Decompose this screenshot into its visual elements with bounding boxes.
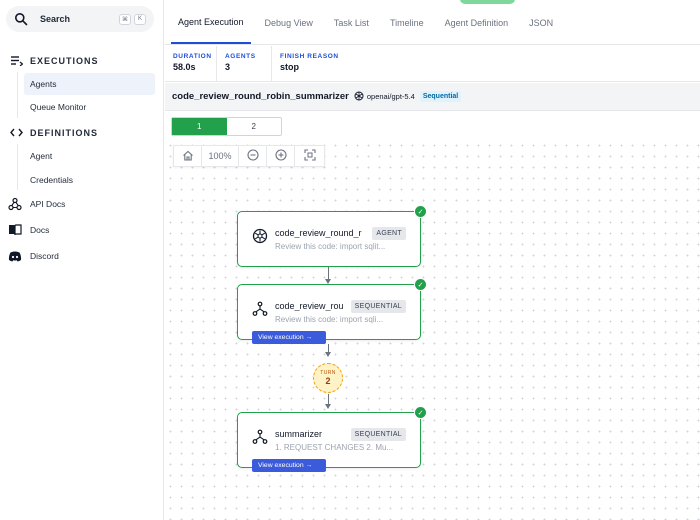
section-definitions-title: DEFINITIONS [30,127,99,138]
node-subtitle: Review this code: import sqli... [275,315,384,324]
hierarchy-icon [252,429,268,445]
book-icon [8,223,22,237]
shortcut-key-cmd: ⌘ [119,13,131,25]
sidebar: Search ⌘ K EXECUTIONS Agents Queue Monit… [0,0,164,520]
zoom-in-icon [274,149,287,163]
stat-finish-reason-label: FINISH REASON [280,53,339,60]
fit-view-icon [303,149,316,163]
edge-line [328,267,329,279]
discord-icon [8,249,22,263]
status-pill [460,0,515,4]
home-icon [182,150,194,163]
app: Search ⌘ K EXECUTIONS Agents Queue Monit… [0,0,700,520]
zoom-out-icon [246,149,259,163]
section-executions-title: EXECUTIONS [30,55,99,66]
stats-bar: DURATION 58.0s AGENTS 3 FINISH REASON st… [165,46,700,82]
execution-name: code_review_round_robin_summarizer [172,91,349,102]
graph-node-summarizer[interactable]: summarizer SEQUENTIAL 1. REQUEST CHANGES… [237,406,427,472]
tab-json[interactable]: JSON [522,11,560,44]
search-bar[interactable]: Search ⌘ K [6,6,154,32]
turn-button-1[interactable]: 1 [172,118,227,135]
tab-agent-definition[interactable]: Agent Definition [438,11,516,44]
discord-label: Discord [30,251,59,261]
main-panel: Agent Execution Debug View Task List Tim… [165,0,700,520]
stat-agents: AGENTS 3 [217,46,272,81]
model-name: openai/gpt-5.4 [366,92,415,101]
strategy-badge: Sequential [419,91,462,102]
tab-bar: Agent Execution Debug View Task List Tim… [165,12,700,45]
docs-label: Docs [30,225,50,235]
shortcut-key-k: K [134,13,146,25]
section-definitions[interactable]: DEFINITIONS [10,127,98,138]
edge-arrowhead [325,404,331,409]
stat-agents-label: AGENTS [225,53,256,60]
search-shortcut: ⌘ K [119,13,146,25]
hierarchy-icon [252,301,268,317]
stat-finish-reason-value: stop [280,62,299,72]
fit-home-button[interactable] [174,145,202,167]
sidebar-item-agents[interactable]: Agents [24,73,155,95]
zoom-out-button[interactable] [239,145,267,167]
stat-agents-value: 3 [225,62,231,72]
turn-selector: 1 2 [171,117,282,136]
node-type-badge: AGENT [372,227,406,240]
search-label: Search [40,14,71,24]
sidebar-item-docs[interactable]: Docs [8,223,49,237]
list-icon [10,55,24,66]
code-icon [10,127,24,138]
graph-node-sequential[interactable]: code_review_rou SEQUENTIAL Review this c… [237,278,427,344]
node-type-badge: SEQUENTIAL [350,428,406,441]
stat-duration-value: 58.0s [173,62,196,72]
openai-icon [354,91,364,103]
check-icon: ✓ [414,406,427,419]
node-subtitle: Review this code: import sqlit... [275,242,386,251]
zoom-in-button[interactable] [267,145,295,167]
stat-finish-reason: FINISH REASON stop [272,46,362,81]
graph-node-agent[interactable]: code_review_round_r AGENT Review this co… [237,205,427,267]
stat-duration-label: DURATION [173,53,212,60]
turn-button-2[interactable]: 2 [227,118,282,135]
webhook-icon [8,197,22,211]
node-subtitle: 1. REQUEST CHANGES 2. Mu... [275,443,394,452]
node-title: code_review_round_r [275,228,362,238]
sidebar-item-credentials[interactable]: Credentials [24,169,155,191]
sidebar-item-discord[interactable]: Discord [8,249,59,263]
execution-titlebar: code_review_round_robin_summarizer opena… [165,83,700,111]
fit-view-button[interactable] [295,145,324,167]
turn-marker: TURN 2 [313,363,343,393]
check-icon: ✓ [414,278,427,291]
top-strip [165,0,700,8]
search-icon [14,12,28,26]
definitions-divider [17,144,18,190]
check-icon: ✓ [414,205,427,218]
model-label: openai/gpt-5.4 [354,91,415,103]
edge-arrowhead [325,352,331,357]
tab-timeline[interactable]: Timeline [383,11,431,44]
canvas-toolbar: 100% [173,145,325,167]
openai-icon [252,228,268,244]
tab-agent-execution[interactable]: Agent Execution [171,11,251,44]
view-execution-button[interactable]: View execution → [252,331,326,344]
sidebar-item-queue-monitor[interactable]: Queue Monitor [24,96,155,118]
turn-marker-value: 2 [325,376,331,386]
node-type-badge: SEQUENTIAL [350,300,406,313]
executions-divider [17,72,18,118]
tab-debug-view[interactable]: Debug View [258,11,320,44]
section-executions[interactable]: EXECUTIONS [10,55,99,66]
zoom-level: 100% [202,145,239,167]
tab-task-list[interactable]: Task List [327,11,376,44]
api-docs-label: API Docs [30,199,66,209]
view-execution-button[interactable]: View execution → [252,459,326,472]
sidebar-item-api-docs[interactable]: API Docs [8,197,65,211]
stat-duration: DURATION 58.0s [165,46,217,81]
sidebar-item-agent[interactable]: Agent [24,145,155,167]
